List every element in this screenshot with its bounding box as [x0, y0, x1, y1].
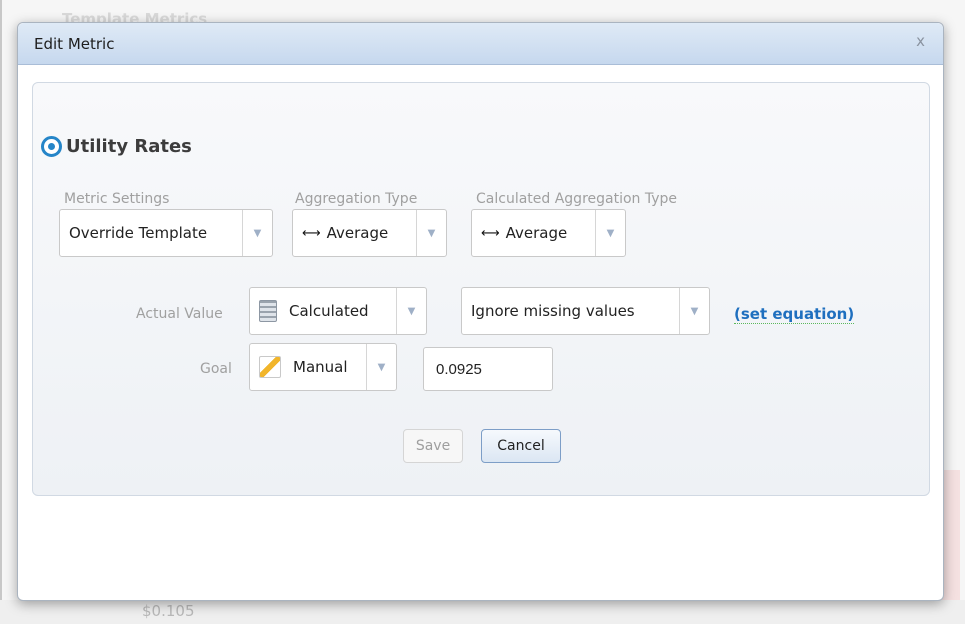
calculator-icon — [259, 300, 277, 322]
double-arrow-icon: ⟷ — [481, 225, 500, 241]
actual-value-mode: Calculated — [289, 302, 369, 320]
chevron-down-icon[interactable]: ▼ — [416, 210, 446, 256]
metric-name: Utility Rates — [66, 136, 192, 157]
goal-mode: Manual — [293, 358, 348, 376]
actual-value-mode-select[interactable]: Calculated ▼ — [249, 287, 427, 335]
chevron-down-icon[interactable]: ▼ — [595, 210, 625, 256]
pencil-icon — [259, 356, 281, 378]
radio-selected-icon[interactable] — [41, 136, 62, 157]
missing-values-option: Ignore missing values — [471, 302, 635, 320]
dialog-header: Edit Metric x — [18, 23, 943, 65]
background-border — [0, 0, 2, 624]
metric-settings-label: Metric Settings — [64, 191, 170, 207]
chevron-down-icon[interactable]: ▼ — [366, 344, 396, 390]
calculated-aggregation-type-select[interactable]: ⟷ Average ▼ — [471, 209, 626, 257]
calculated-aggregation-type-value: Average — [505, 224, 568, 242]
goal-label: Goal — [200, 361, 232, 377]
double-arrow-icon: ⟷ — [302, 225, 321, 241]
metric-settings-panel: Utility Rates Metric Settings Aggregatio… — [32, 82, 930, 496]
chevron-down-icon[interactable]: ▼ — [242, 210, 272, 256]
aggregation-type-select[interactable]: ⟷ Average ▼ — [292, 209, 447, 257]
chevron-down-icon[interactable]: ▼ — [679, 288, 709, 334]
aggregation-type-label: Aggregation Type — [295, 191, 418, 207]
edit-metric-dialog: Edit Metric x Utility Rates Metric Setti… — [17, 22, 944, 601]
set-equation-link[interactable]: (set equation) — [734, 305, 855, 324]
dialog-title: Edit Metric — [34, 35, 115, 53]
background-value: $0.105 — [142, 602, 195, 620]
metric-settings-value: Override Template — [69, 224, 208, 242]
chevron-down-icon[interactable]: ▼ — [396, 288, 426, 334]
missing-values-select[interactable]: Ignore missing values ▼ — [461, 287, 710, 335]
goal-value-input[interactable] — [423, 347, 553, 391]
close-icon[interactable]: x — [916, 32, 925, 50]
cancel-button[interactable]: Cancel — [481, 429, 561, 463]
save-button[interactable]: Save — [403, 429, 463, 463]
metric-settings-select[interactable]: Override Template ▼ — [59, 209, 273, 257]
actual-value-label: Actual Value — [136, 306, 223, 322]
aggregation-type-value: Average — [326, 224, 389, 242]
goal-mode-select[interactable]: Manual ▼ — [249, 343, 397, 391]
calculated-aggregation-type-label: Calculated Aggregation Type — [476, 191, 678, 207]
